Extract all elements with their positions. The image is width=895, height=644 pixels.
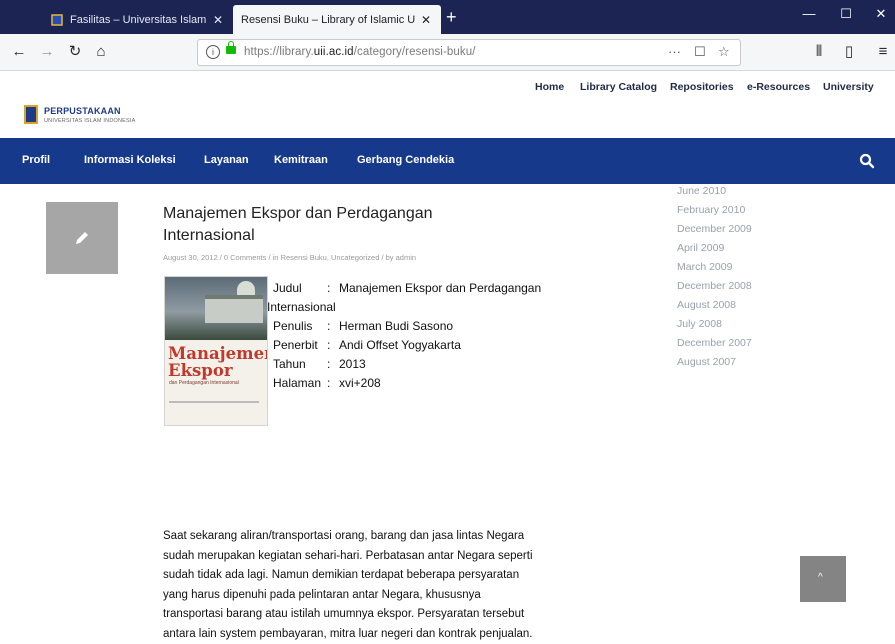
site-header: Home Library Catalog Repositories e-Reso… (0, 71, 895, 138)
topnav-repositories[interactable]: Repositories (670, 81, 734, 93)
nav-kemitraan[interactable]: Kemitraan (274, 154, 328, 166)
post-excerpt: Saat sekarang aliran/transportasi orang,… (163, 530, 533, 640)
nav-profil[interactable]: Profil (22, 154, 50, 166)
lock-icon (226, 41, 236, 54)
nav-informasi-koleksi[interactable]: Informasi Koleksi (84, 154, 176, 166)
topnav-university[interactable]: University (823, 81, 874, 93)
menu-icon[interactable]: ≡ (872, 42, 894, 62)
cover-title: Manajemen Ekspor (168, 344, 268, 380)
book-cover-image[interactable]: Manajemen Ekspor dan Perdagangan Internas… (164, 276, 268, 426)
sidebar-icon[interactable]: ▯ (838, 42, 860, 62)
pocket-icon[interactable]: ☐ (694, 44, 706, 60)
cover-photo (165, 277, 267, 340)
archive-link[interactable]: July 2008 (677, 315, 752, 334)
archive-link[interactable]: December 2007 (677, 334, 752, 353)
post-meta: August 30, 2012 / 0 Comments / in Resens… (163, 253, 417, 262)
archive-link[interactable]: August 2007 (677, 353, 752, 372)
chevron-up-icon: ^ (818, 572, 823, 583)
browser-toolbar: ← → ↻ ⌂ i https://library.uii.ac.id/cate… (0, 34, 895, 71)
topnav-e-resources[interactable]: e-Resources (747, 81, 810, 93)
url-bar[interactable]: i https://library.uii.ac.id/category/res… (197, 39, 741, 66)
star-icon[interactable]: ☆ (718, 44, 730, 60)
main-nav: Profil Informasi Koleksi Layanan Kemitra… (0, 138, 895, 184)
archive-link[interactable]: August 2008 (677, 296, 752, 315)
maximize-icon[interactable]: ☐ (831, 6, 861, 22)
topnav-library-catalog[interactable]: Library Catalog (580, 81, 657, 93)
archive-link[interactable]: December 2009 (677, 220, 752, 239)
nav-gerbang-cendekia[interactable]: Gerbang Cendekia (357, 154, 454, 166)
cover-rule (169, 401, 259, 403)
post-format-icon[interactable] (46, 202, 118, 274)
archive-link[interactable]: February 2010 (677, 201, 752, 220)
archive-link[interactable]: December 2008 (677, 277, 752, 296)
cover-subtitle: dan Perdagangan Internasional (169, 380, 239, 386)
post-title[interactable]: Manajemen Ekspor dan Perdagangan Interna… (163, 203, 493, 247)
archive-list: June 2010 February 2010 December 2009 Ap… (677, 182, 752, 372)
search-icon[interactable] (858, 152, 876, 170)
library-icon[interactable]: ⫴ (808, 42, 830, 62)
forward-icon[interactable]: → (36, 42, 58, 62)
logo-subtitle: UNIVERSITAS ISLAM INDONESIA (44, 118, 136, 124)
plus-icon[interactable]: + (446, 6, 457, 28)
close-tab-icon[interactable]: ✕ (419, 13, 433, 27)
uii-logo-icon[interactable] (24, 105, 38, 124)
tab-title: Resensi Buku – Library of Islamic U (241, 13, 415, 26)
uii-favicon-icon (51, 13, 63, 26)
minimize-icon[interactable]: — (794, 6, 824, 21)
topnav-home[interactable]: Home (535, 81, 564, 93)
tab-resensi-buku[interactable]: Resensi Buku – Library of Islamic U ✕ (233, 5, 441, 34)
archive-link[interactable]: June 2010 (677, 182, 752, 201)
more-icon[interactable]: ··· (668, 44, 681, 59)
back-to-top-button[interactable]: ^ (800, 556, 846, 602)
close-window-icon[interactable]: ✕ (866, 6, 895, 22)
url-text[interactable]: https://library.uii.ac.id/category/resen… (244, 46, 476, 58)
tab-fasilitas[interactable]: Fasilitas – Universitas Islam Indo ✕ (43, 5, 233, 34)
archive-link[interactable]: April 2009 (677, 239, 752, 258)
nav-layanan[interactable]: Layanan (204, 154, 249, 166)
reload-icon[interactable]: ↻ (64, 42, 86, 62)
pencil-icon (76, 232, 88, 244)
logo-title[interactable]: PERPUSTAKAAN (44, 106, 121, 116)
close-tab-icon[interactable]: ✕ (211, 13, 225, 27)
tab-title: Fasilitas – Universitas Islam Indo (70, 13, 207, 26)
back-icon[interactable]: ← (8, 42, 30, 62)
info-icon[interactable]: i (206, 45, 220, 59)
home-icon[interactable]: ⌂ (90, 42, 112, 62)
archive-link[interactable]: March 2009 (677, 258, 752, 277)
browser-tab-bar: Fasilitas – Universitas Islam Indo ✕ Res… (0, 0, 895, 34)
